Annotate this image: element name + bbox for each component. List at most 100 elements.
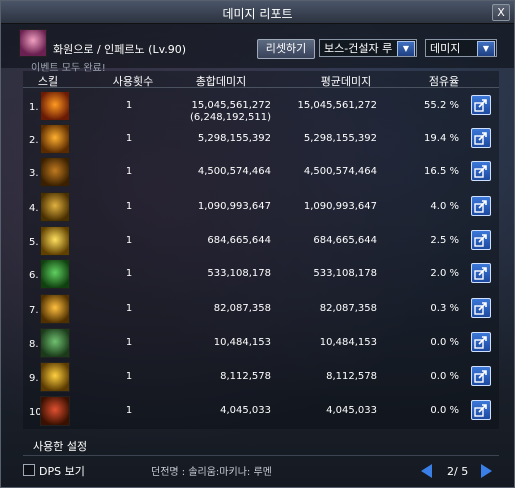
share-arrow-icon	[474, 404, 487, 417]
total-damage: 5,298,155,392	[197, 133, 271, 144]
table-row: 4. 1 1,090,993,647 1,090,993,647 4.0 %	[23, 190, 499, 224]
average-damage: 533,108,178	[313, 268, 377, 279]
table-row: 6. 1 533,108,178 533,108,178 2.0 %	[23, 257, 499, 291]
average-damage: 4,045,033	[326, 405, 377, 416]
total-damage: 1,090,993,647	[197, 201, 271, 212]
used-settings-label: 사용한 설정	[33, 440, 88, 453]
row-rank: 9.	[29, 373, 39, 384]
average-damage: 4,500,574,464	[303, 166, 377, 177]
metric-select-value: 데미지	[430, 42, 461, 55]
skill-icon	[40, 192, 70, 222]
average-damage: 8,112,578	[326, 371, 377, 382]
average-damage: 10,484,153	[319, 337, 377, 348]
metric-select[interactable]: 데미지 ▼	[425, 39, 497, 57]
total-damage: 533,108,178	[207, 268, 271, 279]
skill-icon	[40, 157, 70, 187]
share-arrow-icon	[474, 132, 487, 145]
average-damage: 1,090,993,647	[303, 201, 377, 212]
average-damage: 82,087,358	[319, 303, 377, 314]
table-row: 3. 1 4,500,574,464 4,500,574,464 16.5 %	[23, 155, 499, 189]
title-bar[interactable]: 데미지 리포트 X	[1, 1, 514, 24]
boss-select[interactable]: 보스-건설자 루 ▼	[319, 39, 417, 57]
average-damage: 5,298,155,392	[303, 133, 377, 144]
damage-report-window: 데미지 리포트 X 화원으로 / 인페르노 (Lv.90) 이벤트 모두 완료!…	[0, 0, 515, 488]
dungeon-info: 던전명 : 솔리움:마키나: 루멘	[151, 467, 272, 478]
use-count: 1	[125, 268, 133, 279]
average-damage: 684,665,644	[313, 235, 377, 246]
use-count: 1	[125, 371, 133, 382]
share-arrow-icon	[474, 302, 487, 315]
footer-divider	[23, 455, 499, 456]
row-rank: 2.	[29, 135, 39, 146]
page-indicator: 2/ 5	[447, 465, 469, 478]
skill-icon	[40, 91, 70, 121]
damage-share: 19.4 %	[424, 133, 459, 144]
table-row: 5. 1 684,665,644 684,665,644 2.5 %	[23, 224, 499, 258]
total-damage: 684,665,644	[207, 235, 271, 246]
damage-share: 16.5 %	[424, 166, 459, 177]
share-button[interactable]	[471, 366, 491, 386]
close-button[interactable]: X	[492, 4, 510, 21]
row-rank: 3.	[29, 168, 39, 179]
share-button[interactable]	[471, 263, 491, 283]
skill-icon	[40, 226, 70, 256]
skill-icon	[40, 396, 70, 426]
total-damage: 4,500,574,464	[197, 166, 271, 177]
use-count: 1	[125, 405, 133, 416]
use-count: 1	[125, 133, 133, 144]
table-row: 9. 1 8,112,578 8,112,578 0.0 %	[23, 360, 499, 394]
prev-page-button[interactable]	[421, 464, 432, 478]
dps-view-label: DPS 보기	[39, 465, 85, 478]
damage-share: 2.5 %	[430, 235, 459, 246]
total-damage: 15,045,561,272	[191, 100, 271, 111]
share-arrow-icon	[474, 267, 487, 280]
share-button[interactable]	[471, 128, 491, 148]
use-count: 1	[125, 201, 133, 212]
table-row: 8. 1 10,484,153 10,484,153 0.0 %	[23, 326, 499, 360]
share-button[interactable]	[471, 400, 491, 420]
use-count: 1	[125, 337, 133, 348]
skill-icon	[40, 124, 70, 154]
table-row: 1. 1 15,045,561,272 (6,248,192,511) 15,045,5…	[23, 89, 499, 123]
next-page-button[interactable]	[481, 464, 492, 478]
use-count: 1	[125, 235, 133, 246]
share-button[interactable]	[471, 95, 491, 115]
row-rank: 7.	[29, 305, 39, 316]
row-rank: 6.	[29, 270, 39, 281]
damage-share: 0.3 %	[430, 303, 459, 314]
window-title: 데미지 리포트	[222, 7, 293, 21]
dps-view-checkbox[interactable]	[23, 464, 35, 476]
damage-share: 0.0 %	[430, 405, 459, 416]
chevron-down-icon: ▼	[477, 41, 495, 56]
total-damage: 10,484,153	[213, 337, 271, 348]
row-rank: 1.	[29, 102, 39, 113]
skill-icon	[40, 259, 70, 289]
character-name: 화원으로 / 인페르노 (Lv.90)	[53, 43, 187, 56]
header-divider	[23, 87, 499, 88]
total-damage: 4,045,033	[220, 405, 271, 416]
skill-icon	[40, 362, 70, 392]
skill-icon	[40, 294, 70, 324]
damage-share: 0.0 %	[430, 337, 459, 348]
use-count: 1	[125, 166, 133, 177]
share-arrow-icon	[474, 165, 487, 178]
share-arrow-icon	[474, 370, 487, 383]
share-button[interactable]	[471, 332, 491, 352]
share-button[interactable]	[471, 161, 491, 181]
share-button[interactable]	[471, 230, 491, 250]
share-button[interactable]	[471, 298, 491, 318]
use-count: 1	[125, 303, 133, 314]
total-damage: 82,087,358	[213, 303, 271, 314]
damage-share: 4.0 %	[430, 201, 459, 212]
total-damage: 8,112,578	[220, 371, 271, 382]
reset-button[interactable]: 리셋하기	[257, 39, 315, 59]
share-button[interactable]	[471, 196, 491, 216]
boss-select-value: 보스-건설자 루	[324, 42, 393, 55]
skill-icon	[40, 328, 70, 358]
row-rank: 8.	[29, 339, 39, 350]
character-avatar	[19, 29, 47, 57]
damage-share: 55.2 %	[424, 100, 459, 111]
damage-share: 2.0 %	[430, 268, 459, 279]
use-count: 1	[125, 100, 133, 111]
share-arrow-icon	[474, 234, 487, 247]
